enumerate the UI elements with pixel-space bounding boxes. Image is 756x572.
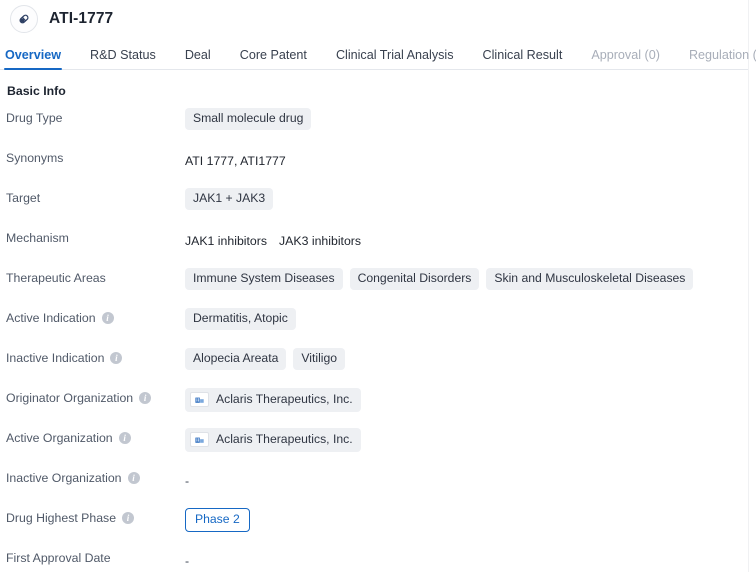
mechanism-item[interactable]: JAK3 inhibitors bbox=[279, 234, 361, 248]
info-icon[interactable]: i bbox=[122, 512, 135, 524]
row-target: Target JAK1 + JAK3 bbox=[6, 187, 756, 212]
label-text: Drug Highest Phase bbox=[6, 511, 117, 525]
info-icon[interactable]: i bbox=[101, 312, 114, 324]
chip-therapeutic-area[interactable]: Immune System Diseases bbox=[185, 268, 343, 291]
row-active-indication: Active Indication i Dermatitis, Atopic bbox=[6, 307, 756, 332]
label-text: Active Organization bbox=[6, 431, 113, 445]
label-text: Synonyms bbox=[6, 151, 64, 165]
tab-regulation[interactable]: Regulation (0) bbox=[689, 48, 756, 70]
row-inactive-indication: Inactive Indication i Alopecia Areata Vi… bbox=[6, 347, 756, 372]
row-drug-highest-phase: Drug Highest Phase i Phase 2 bbox=[6, 507, 756, 533]
label-text: Active Indication bbox=[6, 311, 96, 325]
chip-active-indication[interactable]: Dermatitis, Atopic bbox=[185, 308, 296, 331]
row-therapeutic-areas: Therapeutic Areas Immune System Diseases… bbox=[6, 267, 756, 292]
label-text: Inactive Indication bbox=[6, 351, 105, 365]
section-title-basic-info: Basic Info bbox=[7, 84, 66, 98]
value-inactive-indication: Alopecia Areata Vitiligo bbox=[185, 347, 756, 371]
label-active-organization: Active Organization i bbox=[6, 427, 185, 445]
chip-inactive-indication[interactable]: Vitiligo bbox=[293, 348, 346, 371]
row-originator-organization: Originator Organization i Aclaris Therap… bbox=[6, 387, 756, 412]
tab-deal[interactable]: Deal bbox=[185, 48, 211, 70]
label-originator-organization: Originator Organization i bbox=[6, 387, 185, 405]
label-text: Target bbox=[6, 191, 41, 205]
tab-core-patent[interactable]: Core Patent bbox=[240, 48, 307, 70]
label-inactive-indication: Inactive Indication i bbox=[6, 347, 185, 365]
company-logo-icon bbox=[190, 432, 209, 447]
value-active-organization: Aclaris Therapeutics, Inc. bbox=[185, 427, 756, 452]
tab-bar: Overview R&D Status Deal Core Patent Cli… bbox=[0, 38, 756, 70]
value-first-approval-date: - bbox=[185, 547, 756, 570]
row-inactive-organization: Inactive Organization i - bbox=[6, 467, 756, 492]
tab-approval[interactable]: Approval (0) bbox=[591, 48, 660, 70]
row-drug-type: Drug Type Small molecule drug bbox=[6, 107, 756, 132]
label-target: Target bbox=[6, 187, 185, 205]
label-text: First Approval Date bbox=[6, 551, 111, 566]
label-text: Inactive Organization bbox=[6, 471, 122, 485]
value-drug-type: Small molecule drug bbox=[185, 107, 756, 131]
value-inactive-organization: - bbox=[185, 467, 756, 490]
label-mechanism: Mechanism bbox=[6, 227, 185, 245]
page-title: ATI-1777 bbox=[49, 10, 114, 27]
mechanism-list: JAK1 inhibitors JAK3 inhibitors bbox=[185, 230, 361, 248]
first-approval-date-value: - bbox=[185, 554, 190, 569]
row-synonyms: Synonyms ATI 1777, ATI1777 bbox=[6, 147, 756, 172]
company-logo-icon bbox=[190, 392, 209, 407]
chip-therapeutic-area[interactable]: Congenital Disorders bbox=[349, 268, 480, 291]
inactive-organization-value: - bbox=[185, 474, 190, 488]
chip-active-organization[interactable]: Aclaris Therapeutics, Inc. bbox=[185, 428, 361, 452]
value-target: JAK1 + JAK3 bbox=[185, 187, 756, 211]
label-first-approval-date: First Approval Date bbox=[6, 547, 185, 565]
chip-drug-type[interactable]: Small molecule drug bbox=[185, 108, 312, 131]
value-therapeutic-areas: Immune System Diseases Congenital Disord… bbox=[185, 267, 756, 291]
value-mechanism: JAK1 inhibitors JAK3 inhibitors bbox=[185, 227, 756, 250]
status-badge-phase[interactable]: Phase 2 bbox=[185, 508, 250, 533]
label-text: Originator Organization bbox=[6, 391, 134, 405]
chip-inactive-indication[interactable]: Alopecia Areata bbox=[185, 348, 287, 371]
label-active-indication: Active Indication i bbox=[6, 307, 185, 325]
synonyms-text: ATI 1777, ATI1777 bbox=[185, 154, 286, 168]
overview-content: Basic Info Drug Type Small molecule drug… bbox=[0, 70, 756, 572]
info-icon[interactable]: i bbox=[118, 432, 131, 444]
label-drug-highest-phase: Drug Highest Phase i bbox=[6, 507, 185, 525]
label-text: Therapeutic Areas bbox=[6, 271, 106, 285]
row-active-organization: Active Organization i Aclaris Therapeuti… bbox=[6, 427, 756, 452]
info-icon[interactable]: i bbox=[110, 352, 123, 364]
chip-originator-organization[interactable]: Aclaris Therapeutics, Inc. bbox=[185, 388, 361, 412]
row-mechanism: Mechanism JAK1 inhibitors JAK3 inhibitor… bbox=[6, 227, 756, 252]
label-synonyms: Synonyms bbox=[6, 147, 185, 165]
label-text: Drug Type bbox=[6, 111, 63, 125]
tab-overview[interactable]: Overview bbox=[3, 48, 63, 70]
value-originator-organization: Aclaris Therapeutics, Inc. bbox=[185, 387, 756, 412]
info-icon[interactable]: i bbox=[127, 472, 140, 484]
pill-capsule-icon bbox=[10, 5, 38, 33]
label-therapeutic-areas: Therapeutic Areas bbox=[6, 267, 185, 285]
tab-clinical-trial-analysis[interactable]: Clinical Trial Analysis bbox=[336, 48, 454, 70]
label-text: Mechanism bbox=[6, 231, 69, 245]
value-active-indication: Dermatitis, Atopic bbox=[185, 307, 756, 331]
row-first-approval-date: First Approval Date - bbox=[6, 547, 756, 572]
organization-name: Aclaris Therapeutics, Inc. bbox=[216, 391, 353, 406]
organization-name: Aclaris Therapeutics, Inc. bbox=[216, 431, 353, 446]
chip-therapeutic-area[interactable]: Skin and Musculoskeletal Diseases bbox=[486, 268, 694, 291]
vertical-scrollbar[interactable] bbox=[748, 0, 756, 572]
tab-clinical-result[interactable]: Clinical Result bbox=[483, 48, 563, 70]
value-synonyms: ATI 1777, ATI1777 bbox=[185, 147, 756, 170]
mechanism-item[interactable]: JAK1 inhibitors bbox=[185, 234, 267, 248]
chip-target[interactable]: JAK1 + JAK3 bbox=[185, 188, 274, 211]
label-drug-type: Drug Type bbox=[6, 107, 185, 125]
info-icon[interactable]: i bbox=[139, 392, 152, 404]
label-inactive-organization: Inactive Organization i bbox=[6, 467, 185, 485]
value-drug-highest-phase: Phase 2 bbox=[185, 507, 756, 533]
tab-rd-status[interactable]: R&D Status bbox=[90, 48, 156, 70]
page-header: ATI-1777 bbox=[0, 0, 756, 38]
